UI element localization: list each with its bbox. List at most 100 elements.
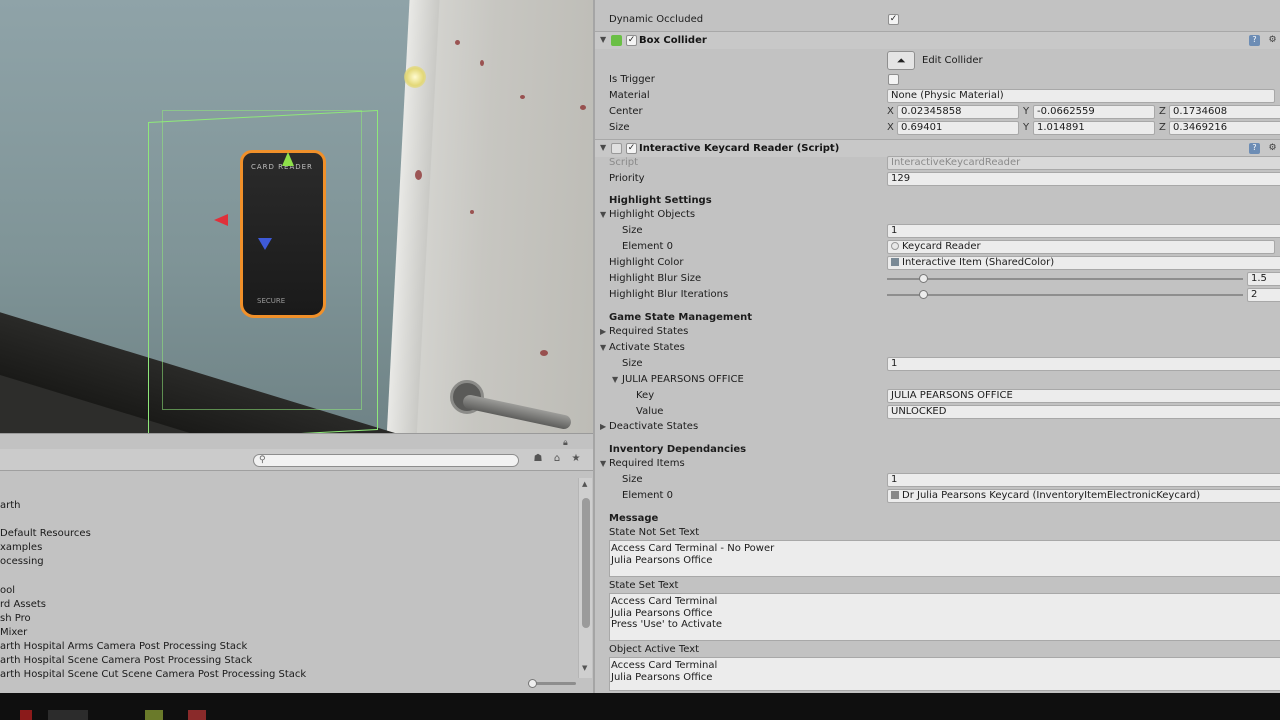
size-y-field[interactable]: 1.014891 [1033,121,1155,135]
move-gizmo-x-icon[interactable] [214,214,228,226]
element0-label: Element 0 [622,490,673,501]
expand-arrow-icon[interactable]: ▶ [600,327,606,336]
collapse-arrow-icon[interactable]: ▼ [612,375,618,384]
search-input[interactable]: ⚲ [253,454,519,467]
office-group-row[interactable]: ▼ JULIA PEARSONS OFFICE [595,372,1280,388]
icon-size-slider-knob[interactable] [528,679,537,688]
collapse-arrow-icon[interactable]: ▼ [600,35,606,44]
highlight-color-row: Highlight Color Interactive Item (Shared… [595,255,1280,271]
script-field: InteractiveKeycardReader [887,156,1280,170]
box-collider-enabled-checkbox[interactable]: ✓ [626,35,637,46]
light-probe-icon[interactable] [404,66,426,88]
move-gizmo-z-icon[interactable] [258,238,272,250]
list-item[interactable]: Mixer [0,627,27,638]
center-y-field[interactable]: -0.0662559 [1033,105,1155,119]
activate-states-row[interactable]: ▼ Activate States [595,340,1280,356]
priority-field[interactable]: 129 [887,172,1280,186]
icon-size-slider[interactable] [528,679,576,688]
object-active-label-row: Object Active Text [595,642,1280,658]
key-field[interactable]: JULIA PEARSONS OFFICE [887,389,1280,403]
box-collider-header[interactable]: ▼ ✓ Box Collider ? ⚙ [595,31,1280,49]
list-item[interactable]: arth Hospital Scene Camera Post Processi… [0,655,252,666]
element0-label: Element 0 [622,241,673,252]
size-x-field[interactable]: 0.69401 [897,121,1019,135]
is-trigger-label: Is Trigger [609,74,655,85]
dynamic-occluded-checkbox[interactable]: ✓ [888,14,899,25]
settings-gear-icon[interactable]: ⚙ [1267,143,1278,154]
highlight-objects-size-row: Size 1 [595,223,1280,239]
blur-iterations-slider[interactable] [887,290,1243,299]
blur-iterations-field[interactable]: 2 [1247,288,1280,302]
taskbar-app-icon[interactable] [20,710,32,720]
center-x-field[interactable]: 0.02345858 [897,105,1019,119]
taskbar-app-icon[interactable] [145,710,163,720]
collapse-arrow-icon[interactable]: ▼ [600,143,606,152]
highlight-settings-label: Highlight Settings [609,195,712,206]
state-set-textarea[interactable]: Access Card Terminal Julia Pearsons Offi… [609,593,1280,641]
move-gizmo-y-icon[interactable] [282,152,294,166]
scroll-thumb[interactable] [582,498,590,628]
expand-arrow-icon[interactable]: ▼ [600,210,606,219]
expand-arrow-icon[interactable]: ▶ [600,422,606,431]
list-item[interactable]: arth Hospital Scene Cut Scene Camera Pos… [0,669,306,680]
highlight-color-value: Interactive Item (SharedColor) [902,257,1055,268]
settings-gear-icon[interactable]: ⚙ [1267,35,1278,46]
help-icon[interactable]: ? [1249,35,1260,46]
highlight-color-label: Highlight Color [609,257,684,268]
material-field[interactable]: None (Physic Material) [887,89,1275,103]
list-item[interactable]: rd Assets [0,599,46,610]
keycard-reader-object[interactable]: CARD READER SECURE [240,150,326,318]
favorites-star-icon[interactable]: ★ [569,453,583,467]
state-not-set-textarea[interactable]: Access Card Terminal - No Power Julia Pe… [609,540,1280,577]
script-enabled-checkbox[interactable]: ✓ [626,143,637,154]
list-item[interactable]: arth Hospital Arms Camera Post Processin… [0,641,247,652]
collapse-arrow-icon[interactable]: ▼ [600,459,606,468]
highlight-objects-size-field[interactable]: 1 [887,224,1280,238]
activate-states-size-row: Size 1 [595,356,1280,372]
blur-iterations-slider-knob[interactable] [918,290,928,299]
object-active-textarea[interactable]: Access Card Terminal Julia Pearsons Offi… [609,657,1280,691]
list-item[interactable]: ool [0,585,15,596]
scroll-down-icon[interactable]: ▼ [582,664,587,672]
highlight-color-field[interactable]: Interactive Item (SharedColor) [887,256,1280,270]
lock-icon[interactable]: 🔒︎ [563,438,577,448]
priority-row: Priority 129 [595,171,1280,187]
taskbar-app-icon[interactable] [188,710,206,720]
scroll-up-icon[interactable]: ▲ [582,480,587,488]
x-axis-label: X [887,122,894,133]
required-states-row[interactable]: ▶ Required States [595,324,1280,340]
list-item[interactable]: ocessing [0,556,44,567]
help-icon[interactable]: ? [1249,143,1260,154]
x-axis-label: X [887,106,894,117]
collapse-arrow-icon[interactable]: ▼ [600,343,606,352]
object-active-label: Object Active Text [609,644,700,655]
edit-collider-button[interactable]: ⏶ [887,51,915,70]
required-items-row[interactable]: ▼ Required Items [595,456,1280,472]
is-trigger-checkbox[interactable] [888,74,899,85]
blur-size-slider[interactable] [887,274,1243,283]
scene-view[interactable]: CARD READER SECURE [0,0,593,433]
scene-stain [540,350,548,356]
material-row: Material None (Physic Material) [595,88,1280,104]
activate-states-size-field[interactable]: 1 [887,357,1280,371]
center-row: Center X 0.02345858 Y -0.0662559 Z 0.173… [595,104,1280,120]
blur-size-slider-knob[interactable] [918,274,928,283]
inspector-panel: Dynamic Occluded ✓ ▼ ✓ Box Collider ? ⚙ … [593,0,1280,693]
required-item-element0-field[interactable]: Dr Julia Pearsons Keycard (InventoryItem… [887,489,1280,503]
filter-type-icon[interactable]: ☗ [531,453,545,467]
filter-label-icon[interactable]: ⌂ [550,453,564,467]
required-items-size-field[interactable]: 1 [887,473,1280,487]
taskbar-app-icon[interactable] [48,710,88,720]
list-item[interactable]: arth [0,500,21,511]
center-z-field[interactable]: 0.1734608 [1169,105,1280,119]
highlight-objects-row[interactable]: ▼ Highlight Objects [595,207,1280,223]
list-item[interactable]: xamples [0,542,42,553]
deactivate-states-row[interactable]: ▶ Deactivate States [595,419,1280,435]
element0-field[interactable]: Keycard Reader [887,240,1275,254]
project-scrollbar[interactable]: ▲ ▼ [578,478,592,678]
list-item[interactable]: Default Resources [0,528,91,539]
list-item[interactable]: sh Pro [0,613,31,624]
value-field[interactable]: UNLOCKED [887,405,1280,419]
size-z-field[interactable]: 0.3469216 [1169,121,1280,135]
blur-size-field[interactable]: 1.5 [1247,272,1280,286]
